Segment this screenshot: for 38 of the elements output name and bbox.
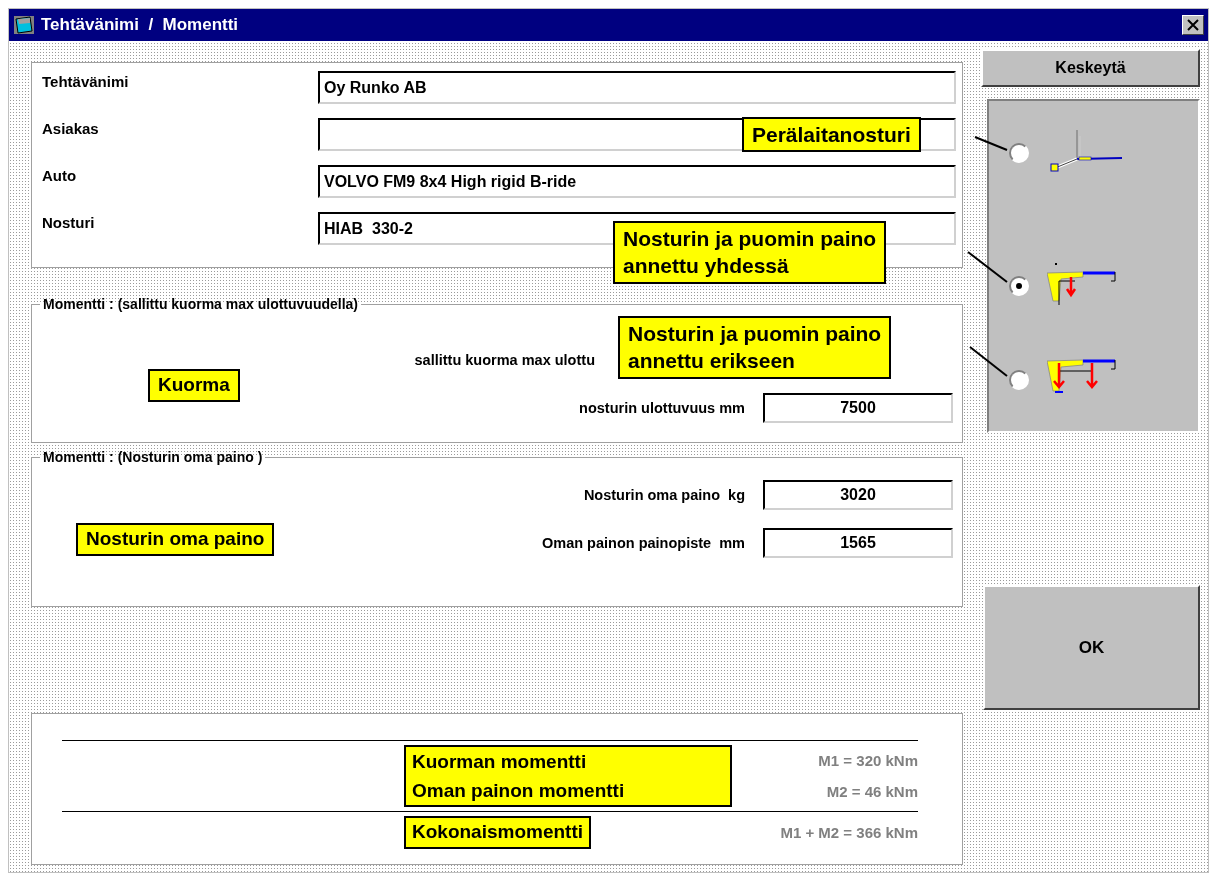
result-label: Oman painon momentti bbox=[412, 779, 626, 803]
text-field[interactable]: Oy Runko AB bbox=[318, 71, 956, 104]
text-field[interactable]: VOLVO FM9 8x4 High rigid B-ride bbox=[318, 165, 956, 198]
group-title: Momentti : (sallittu kuorma max ulottuvuudella) bbox=[42, 296, 360, 312]
result-value: M2 = 46 kNm bbox=[826, 783, 918, 800]
cancel-button[interactable]: Keskeytä bbox=[981, 49, 1200, 87]
callout-label: Nosturin ja puomin paino annettu yhdessä bbox=[613, 221, 887, 284]
field-label: Auto bbox=[42, 166, 78, 184]
callout-label: Kuorma bbox=[148, 369, 240, 402]
field-label: Oman painon painopiste mm bbox=[541, 535, 745, 551]
leader-line bbox=[974, 136, 1008, 151]
field-label: sallittu kuorma max ulottu bbox=[414, 352, 595, 368]
leader-line bbox=[969, 346, 1008, 377]
app-icon bbox=[13, 15, 35, 35]
close-button[interactable] bbox=[1182, 15, 1204, 35]
radio-button[interactable] bbox=[1009, 370, 1029, 390]
field-label: Nosturin oma paino kg bbox=[583, 487, 745, 503]
field-label: Asiakas bbox=[42, 119, 100, 137]
close-icon bbox=[1186, 19, 1200, 31]
number-field[interactable]: 7500 bbox=[763, 393, 953, 423]
field-label: nosturin ulottuvuus mm bbox=[579, 400, 745, 416]
callout-label: Kokonaismomentti bbox=[404, 816, 592, 849]
number-field[interactable]: 1565 bbox=[763, 528, 953, 558]
callout-label: Perälaitanosturi bbox=[742, 117, 921, 153]
callout-label: Nosturin oma paino bbox=[76, 523, 275, 556]
radio-button[interactable] bbox=[1009, 143, 1029, 163]
radio-button[interactable] bbox=[1009, 276, 1029, 296]
callout-label: Nosturin ja puomin paino annettu erikseen bbox=[618, 316, 892, 379]
result-label: Kuorman momentti bbox=[412, 750, 588, 774]
field-label: Tehtävänimi bbox=[42, 72, 130, 90]
result-value: M1 + M2 = 366 kNm bbox=[780, 823, 918, 841]
result-value: M1 = 320 kNm bbox=[818, 752, 918, 769]
leader-line bbox=[967, 251, 1008, 283]
group-title: Momentti : (Nosturin oma paino ) bbox=[42, 449, 264, 465]
field-label: Nosturi bbox=[42, 213, 96, 231]
number-field[interactable]: 3020 bbox=[763, 480, 953, 510]
ok-button[interactable]: OK bbox=[983, 585, 1200, 710]
window-title: Tehtävänimi / Momentti bbox=[41, 15, 240, 35]
